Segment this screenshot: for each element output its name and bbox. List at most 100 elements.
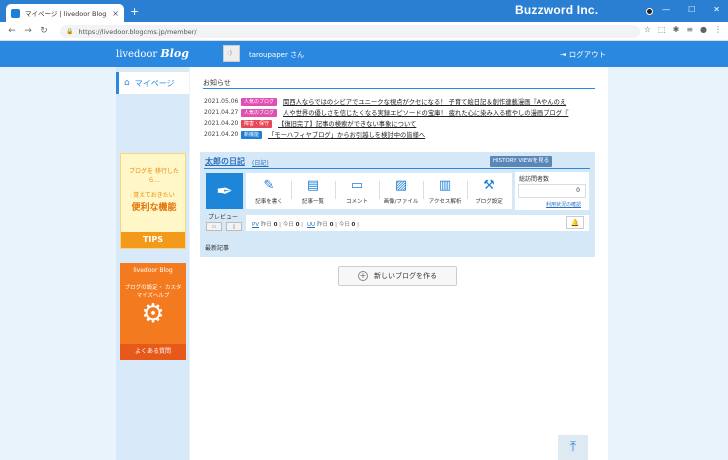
faq-text: ブログの設定・ カスタマイズヘルプ bbox=[124, 285, 182, 299]
notice-date: 2021.04.20 bbox=[204, 120, 239, 127]
browser-tab[interactable]: マイページ | livedoor Blog × bbox=[6, 4, 124, 22]
smartphone-preview-button[interactable]: ▯ bbox=[226, 222, 242, 231]
notice-link[interactable]: 人や世界の優しさを信じたくなる実録エピソードの宝庫！ 疲れた心に染み入る癒やしの… bbox=[283, 108, 590, 117]
comment-button[interactable]: ▭ コメント bbox=[336, 173, 378, 209]
document-icon: ▤ bbox=[306, 178, 320, 193]
back-icon[interactable]: ← bbox=[8, 26, 16, 36]
url-text[interactable]: https://livedoor.blogcms.jp/member/ bbox=[78, 28, 196, 36]
tips-label: TIPS bbox=[121, 232, 185, 248]
extension-icon[interactable]: ⬚ bbox=[658, 25, 666, 34]
faq-banner[interactable]: livedoor Blog ブログの設定・ カスタマイズヘルプ ⚙ よくある質問 bbox=[120, 263, 186, 360]
tips-headline: 便利な機能 bbox=[131, 203, 177, 213]
username[interactable]: taroupaper さん bbox=[249, 50, 304, 60]
menu-label: 記事を書く bbox=[255, 199, 283, 205]
more-icon[interactable]: ⋮ bbox=[714, 25, 722, 34]
tips-text: ブログを 移行したら… bbox=[129, 168, 179, 184]
pv-link[interactable]: PV bbox=[252, 222, 259, 228]
visitors-title: 総訪問者数 bbox=[519, 176, 550, 183]
menu-label: 画像/ファイル bbox=[383, 199, 419, 205]
notice-item: 2021.04.27 人気のブログ 人や世界の優しさを信じたくなる実録エピソード… bbox=[204, 108, 590, 117]
tips-subtext: 覚えておきたい bbox=[133, 192, 175, 199]
notice-link[interactable]: 【復旧完了】記事の検索ができない事象について bbox=[278, 119, 590, 128]
close-window-button[interactable]: ✕ bbox=[713, 5, 720, 14]
notice-badge: 人気のブログ bbox=[241, 97, 278, 106]
bell-icon[interactable]: 🔔 bbox=[566, 216, 584, 229]
faq-label: よくある質問 bbox=[120, 344, 186, 360]
access-analysis-button[interactable]: ▥ アクセス解析 bbox=[424, 173, 466, 209]
article-list-button[interactable]: ▤ 記事一覧 bbox=[292, 173, 334, 209]
record-icon bbox=[646, 8, 653, 15]
image-icon: ▨ bbox=[394, 178, 408, 193]
notice-badge: 新機能 bbox=[241, 130, 263, 139]
blog-settings-button[interactable]: ⚒ ブログ設定 bbox=[468, 173, 510, 209]
forward-icon[interactable]: → bbox=[24, 26, 32, 36]
toolbar-icons: ☆ ⬚ ✱ ≡ ● ⋮ bbox=[644, 25, 722, 34]
menu-label: 記事一覧 bbox=[301, 199, 324, 205]
window-controls: — ☐ ✕ bbox=[662, 5, 720, 14]
quill-icon: ✒ bbox=[216, 179, 233, 203]
notices-divider bbox=[203, 88, 595, 89]
notice-badge: 障害・保守 bbox=[241, 119, 273, 128]
blog-name-link[interactable]: 太郎の日記 bbox=[205, 156, 245, 167]
notice-link[interactable]: 関西人ならではのシビアでユニークな視点がクセになる！ 子育て絵日記＆創作連載漫画… bbox=[283, 97, 590, 106]
image-file-button[interactable]: ▨ 画像/ファイル bbox=[380, 173, 422, 209]
menu-label: コメント bbox=[345, 199, 368, 205]
notice-badge: 人気のブログ bbox=[241, 108, 278, 117]
profile-icon[interactable]: ● bbox=[700, 25, 707, 34]
uu-link[interactable]: UU bbox=[307, 222, 315, 228]
recent-articles-title: 最新記事 bbox=[205, 245, 230, 252]
pen-icon: ✎ bbox=[263, 178, 275, 193]
logout-icon: ⇥ bbox=[560, 50, 567, 59]
star-icon[interactable]: ☆ bbox=[644, 25, 651, 34]
blog-divider bbox=[204, 168, 590, 169]
site-header: livedoor Blog taroupaper さん ⇥ ログアウト bbox=[0, 41, 728, 67]
blog-category-link[interactable]: (日記) bbox=[252, 158, 269, 167]
pv-stats: PV 昨日 0 | 今日 0 | bbox=[252, 222, 303, 228]
avatar[interactable] bbox=[223, 45, 240, 62]
plus-icon: + bbox=[358, 271, 368, 281]
site-logo[interactable]: livedoor Blog bbox=[116, 47, 189, 60]
new-tab-button[interactable]: + bbox=[130, 5, 139, 18]
address-bar[interactable]: 🔒 https://livedoor.blogcms.jp/member/ bbox=[60, 25, 640, 38]
bar-chart-icon: ▥ bbox=[438, 178, 452, 193]
tips-banner[interactable]: ブログを 移行したら… 覚えておきたい 便利な機能 TIPS bbox=[120, 153, 186, 249]
arrow-up-icon: ⤒ bbox=[569, 439, 577, 455]
tab-title: マイページ | livedoor Blog bbox=[25, 10, 107, 18]
puzzle-icon[interactable]: ✱ bbox=[673, 25, 680, 34]
sidebar-item-label: マイページ bbox=[134, 78, 175, 88]
reading-list-icon[interactable]: ≡ bbox=[686, 25, 693, 34]
create-blog-label: 新しいブログを作る bbox=[374, 272, 437, 280]
logout-link[interactable]: ⇥ ログアウト bbox=[560, 49, 606, 60]
write-article-button[interactable]: ✎ 記事を書く bbox=[248, 173, 290, 209]
browser-toolbar: ← → ↻ 🔒 https://livedoor.blogcms.jp/memb… bbox=[0, 22, 728, 41]
notice-link[interactable]: 「モーハフィヤブログ」からお引越しを検討中の皆様へ bbox=[268, 130, 590, 139]
sidebar-item-mypage[interactable]: ⌂ マイページ bbox=[116, 72, 189, 94]
gear-icon: ⚙ bbox=[141, 299, 165, 329]
visitors-count: 0 bbox=[576, 187, 580, 194]
notice-item: 2021.05.06 人気のブログ 関西人ならではのシビアでユニークな視点がクセ… bbox=[204, 97, 590, 106]
notice-item: 2021.04.20 新機能 「モーハフィヤブログ」からお引越しを検討中の皆様へ bbox=[204, 130, 590, 139]
comment-icon: ▭ bbox=[350, 178, 364, 193]
create-blog-button[interactable]: + 新しいブログを作る bbox=[338, 266, 457, 286]
preview-button[interactable]: ✒ bbox=[206, 173, 243, 209]
page-top-button[interactable]: ⤒ bbox=[558, 435, 588, 460]
favicon-icon bbox=[11, 8, 20, 18]
menu-label: アクセス解析 bbox=[428, 199, 462, 205]
wrench-icon: ⚒ bbox=[483, 178, 495, 193]
tab-close-icon[interactable]: × bbox=[112, 9, 119, 18]
history-view-button[interactable]: HISTORY VIEWを見る bbox=[490, 156, 552, 167]
pc-preview-button[interactable]: ▭ bbox=[206, 222, 222, 231]
lock-icon: 🔒 bbox=[66, 28, 74, 35]
watermark-text: Buzzword Inc. bbox=[515, 3, 599, 17]
notice-date: 2021.05.06 bbox=[204, 98, 239, 105]
home-icon: ⌂ bbox=[124, 78, 130, 88]
maximize-button[interactable]: ☐ bbox=[688, 5, 695, 14]
faq-logo: livedoor Blog bbox=[133, 267, 173, 274]
reload-icon[interactable]: ↻ bbox=[40, 26, 48, 36]
notice-item: 2021.04.20 障害・保守 【復旧完了】記事の検索ができない事象について bbox=[204, 119, 590, 128]
usage-status-link[interactable]: 利用状況の確認 bbox=[546, 201, 581, 208]
notice-date: 2021.04.20 bbox=[204, 131, 239, 138]
browser-tabstrip: マイページ | livedoor Blog × + Buzzword Inc. … bbox=[0, 0, 728, 22]
minimize-button[interactable]: — bbox=[662, 5, 670, 14]
preview-label: プレビュー bbox=[208, 214, 239, 221]
